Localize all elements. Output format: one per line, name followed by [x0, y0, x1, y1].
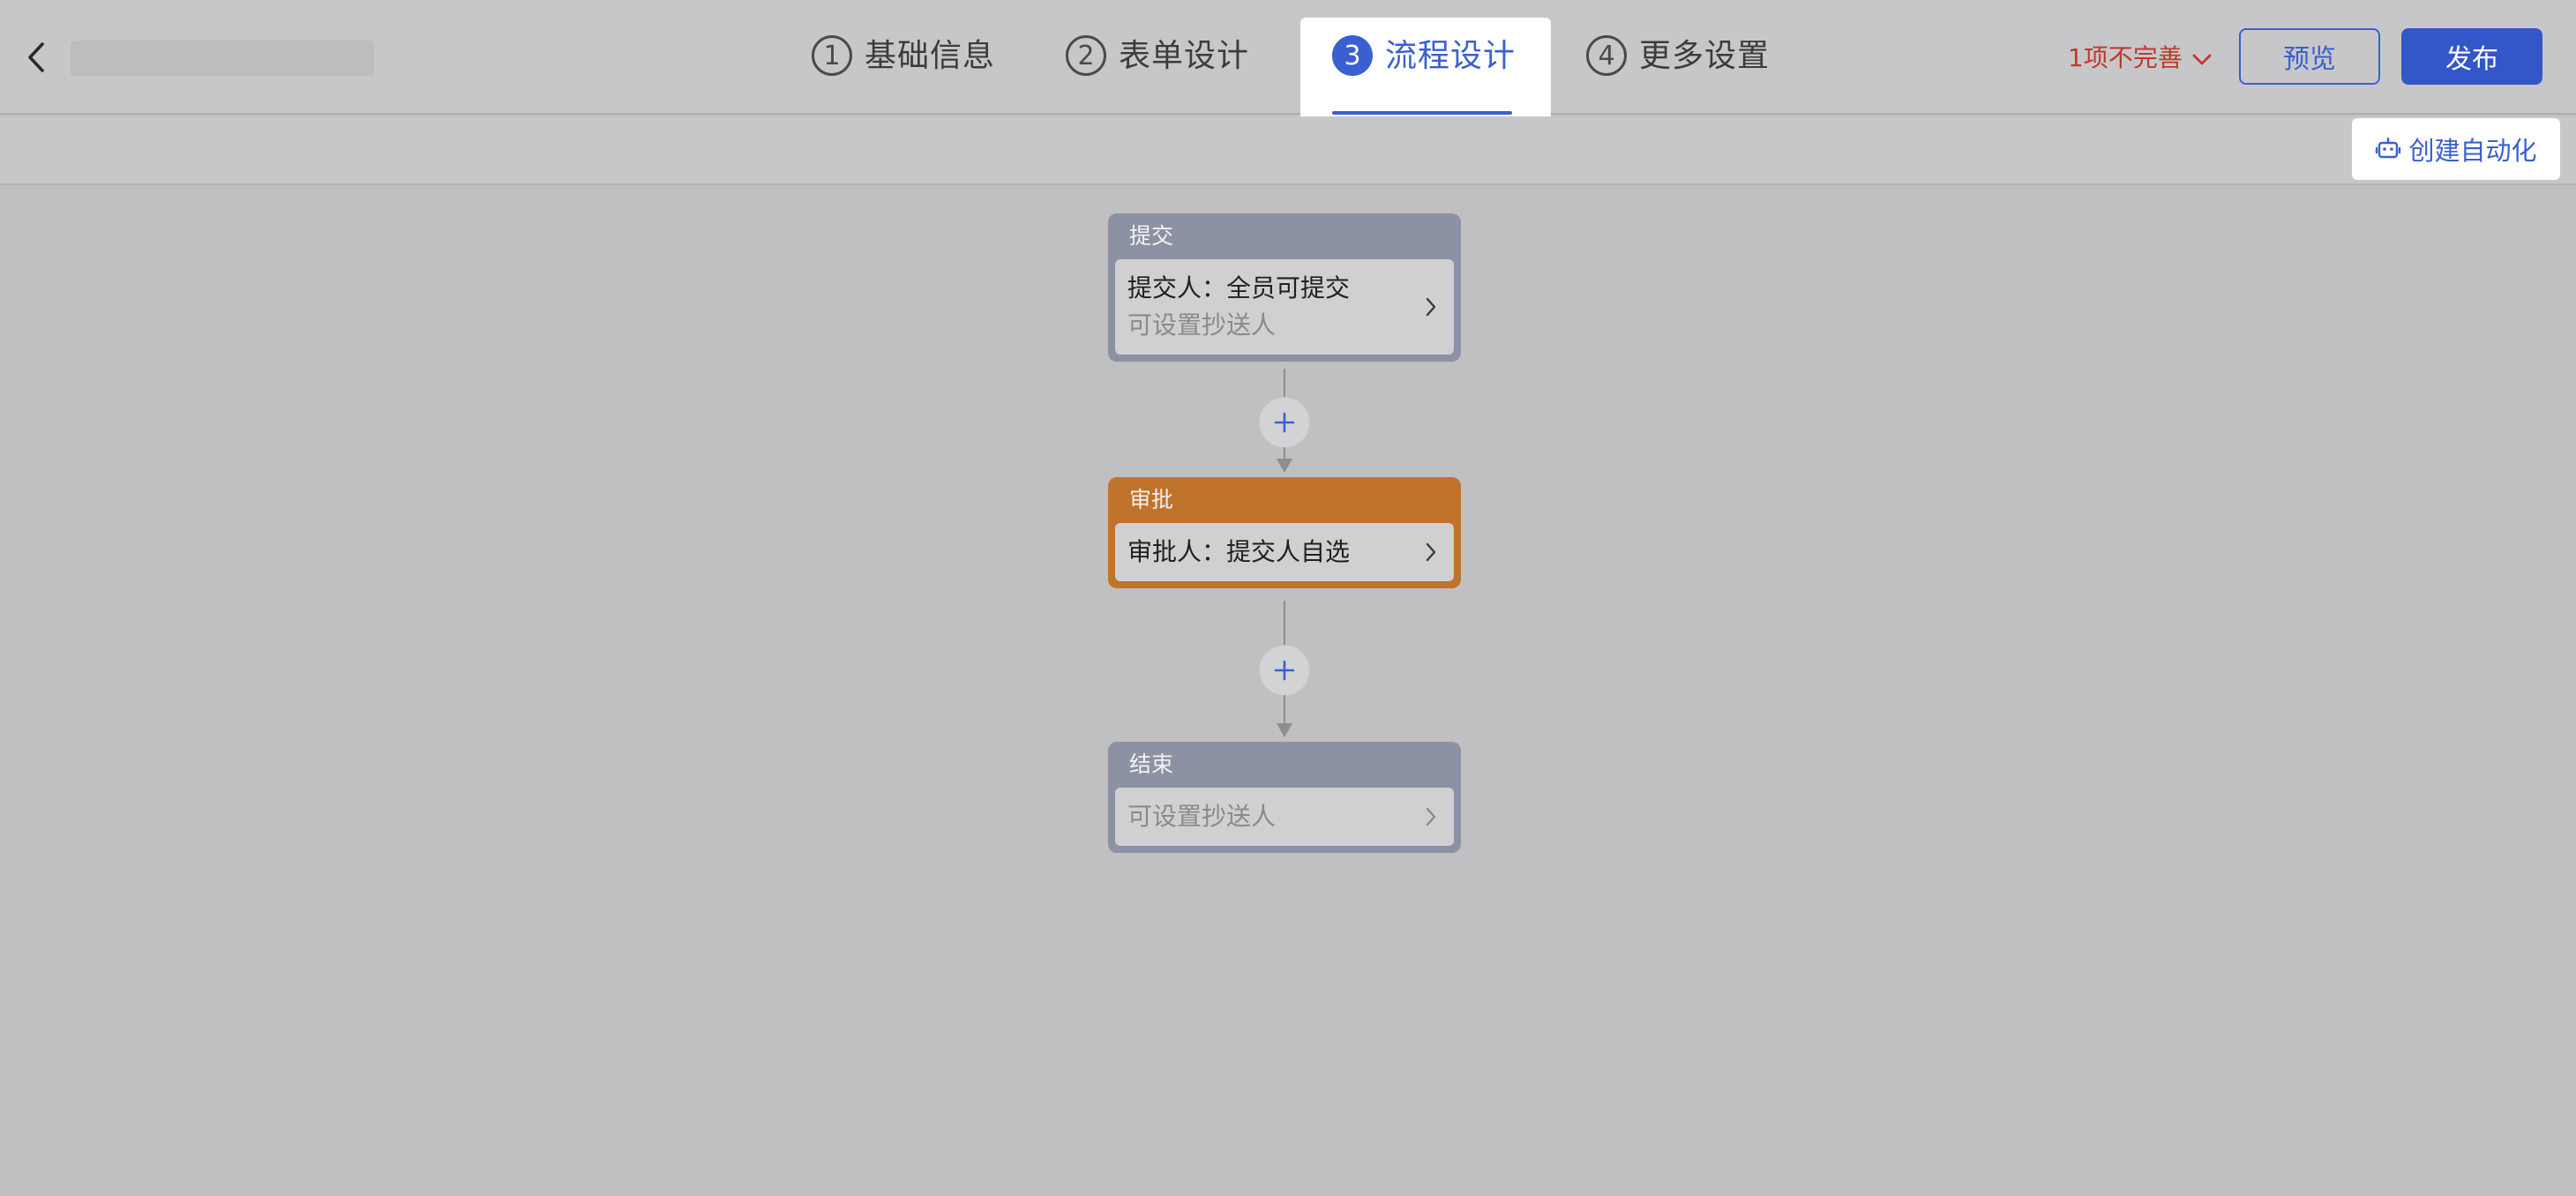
tab-process-design[interactable]: 3 流程设计: [1300, 18, 1551, 125]
step-label: 表单设计: [1119, 38, 1250, 74]
back-button[interactable]: [19, 35, 55, 79]
flow-arrowhead: [1277, 723, 1292, 737]
tab-form-design[interactable]: 2 表单设计: [1066, 18, 1290, 125]
chevron-left-icon: [28, 42, 44, 72]
chevron-down-icon: [2191, 44, 2213, 73]
approver-text: 审批人：提交人自选: [1127, 537, 1351, 566]
tab-more-settings[interactable]: 4 更多设置: [1586, 18, 1807, 125]
app-window: 1 基础信息 2 表单设计 3 流程设计 4 更多设置 1项不完善 预览 发布 …: [0, 0, 2576, 1196]
tab-basic-info[interactable]: 1 基础信息: [812, 18, 1066, 125]
cc-hint-text: 可设置抄送人: [1127, 802, 1277, 831]
step-label: 流程设计: [1385, 38, 1516, 74]
chevron-right-icon: [1424, 541, 1438, 564]
create-automation-button[interactable]: 创建自动化: [2352, 118, 2560, 180]
flow-connector: [1284, 601, 1285, 647]
plus-icon: [1274, 660, 1295, 681]
chevron-right-icon: [1424, 805, 1438, 828]
step-label: 更多设置: [1639, 38, 1771, 74]
node-end-config[interactable]: 可设置抄送人: [1115, 788, 1454, 846]
toolbar: 创建自动化: [0, 116, 2576, 185]
flow-connector: [1284, 447, 1285, 460]
node-approval-config[interactable]: 审批人：提交人自选: [1115, 523, 1454, 581]
flow-connector: [1284, 695, 1285, 724]
preview-button[interactable]: 预览: [2239, 28, 2380, 85]
node-title: 提交: [1129, 223, 1174, 249]
add-node-button[interactable]: [1260, 398, 1309, 447]
flow-node-approval: 审批 审批人：提交人自选: [1108, 477, 1461, 588]
incomplete-label: 1项不完善: [2068, 43, 2183, 72]
submitter-text: 提交人：全员可提交: [1127, 273, 1351, 303]
flow-node-end: 结束 可设置抄送人: [1108, 742, 1461, 853]
node-title: 审批: [1129, 487, 1174, 512]
step-tabs: 1 基础信息 2 表单设计 3 流程设计 4 更多设置: [812, 18, 1807, 125]
create-automation-label: 创建自动化: [2408, 136, 2537, 166]
incomplete-items-dropdown[interactable]: 1项不完善: [2068, 39, 2213, 74]
flow-arrowhead: [1277, 459, 1292, 473]
step-number: 2: [1066, 35, 1106, 76]
robot-icon: [2375, 136, 2401, 162]
active-tab-indicator: [1332, 111, 1512, 115]
step-number: 1: [812, 35, 852, 76]
app-title-redacted: [71, 41, 374, 76]
flow-node-submit: 提交 提交人：全员可提交 可设置抄送人: [1108, 213, 1461, 362]
node-submit-config[interactable]: 提交人：全员可提交 可设置抄送人: [1115, 259, 1454, 355]
add-node-button[interactable]: [1260, 646, 1309, 695]
step-label: 基础信息: [865, 38, 996, 74]
top-header: 1 基础信息 2 表单设计 3 流程设计 4 更多设置 1项不完善 预览 发布: [0, 0, 2576, 125]
node-title: 结束: [1129, 751, 1174, 777]
cc-hint-text: 可设置抄送人: [1127, 310, 1277, 340]
step-number: 4: [1586, 35, 1627, 76]
flow-connector: [1284, 369, 1285, 399]
chevron-right-icon: [1424, 295, 1438, 318]
step-number: 3: [1332, 35, 1373, 76]
plus-icon: [1274, 412, 1295, 433]
publish-button[interactable]: 发布: [2401, 28, 2542, 85]
